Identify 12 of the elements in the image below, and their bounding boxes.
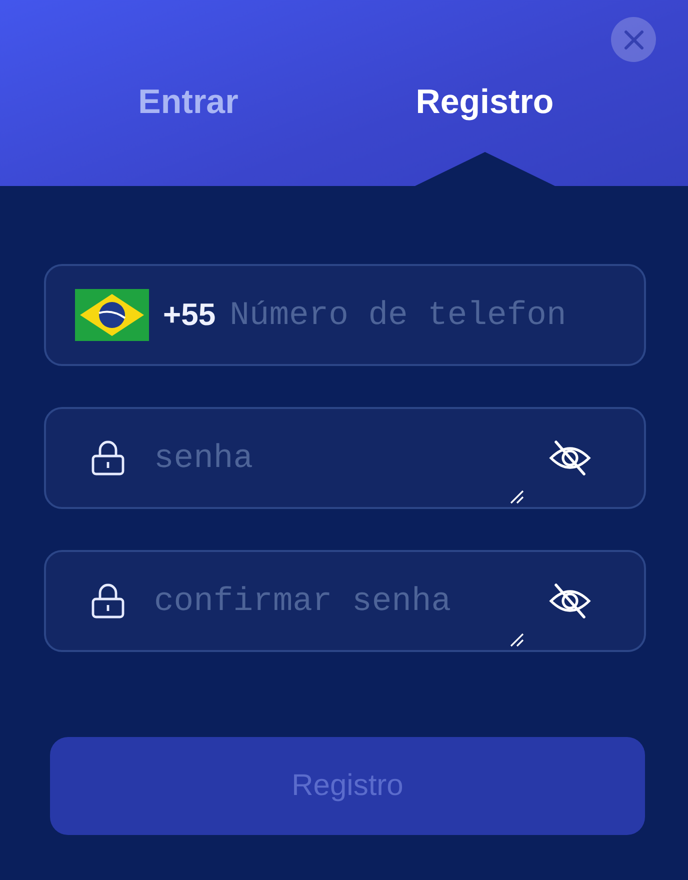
tab[interactable]: Entrar [138,83,238,122]
flag-icon [75,289,149,341]
country-code: +55 [163,297,216,333]
lock-icon [91,583,125,619]
resize-handle-icon[interactable] [510,633,524,647]
close-icon [624,30,644,50]
tab[interactable]: Registro [416,83,554,122]
eye-off-icon[interactable] [548,439,592,477]
lock-icon [91,440,125,476]
phone-input[interactable]: Número de telefon [230,296,644,334]
eye-off-icon[interactable] [548,582,592,620]
resize-handle-icon[interactable] [510,490,524,504]
